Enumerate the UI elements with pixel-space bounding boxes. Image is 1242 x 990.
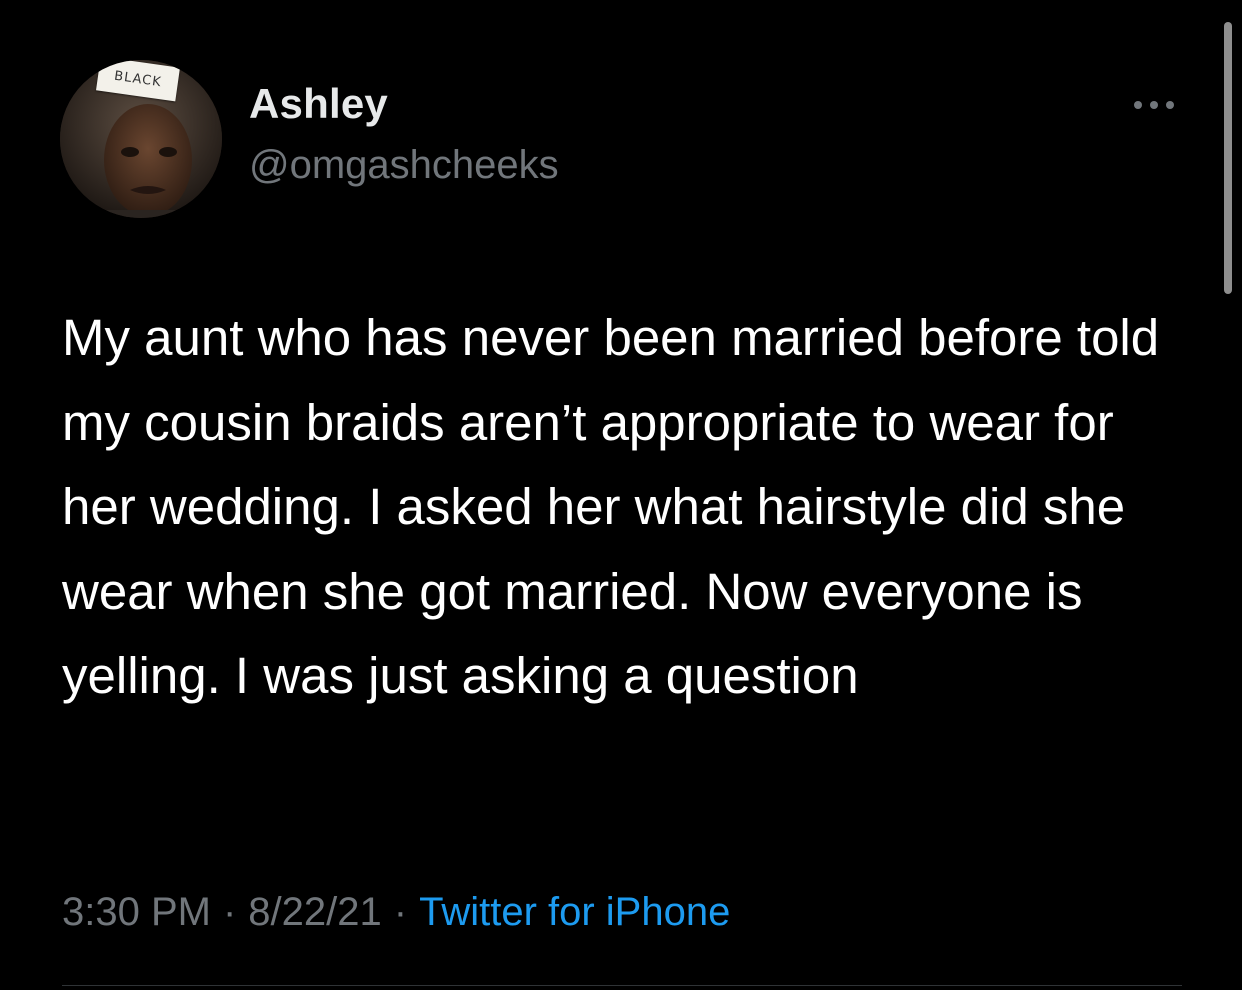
author-name[interactable]: Ashley bbox=[249, 80, 388, 128]
tweet-time[interactable]: 3:30 PM bbox=[62, 890, 211, 934]
separator: · bbox=[393, 890, 408, 934]
separator: · bbox=[222, 890, 237, 934]
tweet-date[interactable]: 8/22/21 bbox=[248, 890, 381, 934]
more-horizontal-icon bbox=[1134, 101, 1174, 109]
tweet: BLACK Ashley @omgashcheeks My aunt who h… bbox=[0, 0, 1242, 990]
tweet-source-link[interactable]: Twitter for iPhone bbox=[419, 890, 730, 934]
divider bbox=[62, 985, 1182, 986]
more-options-button[interactable] bbox=[1130, 92, 1178, 118]
tweet-metadata: 3:30 PM · 8/22/21 · Twitter for iPhone bbox=[62, 890, 730, 935]
tweet-text: My aunt who has never been married befor… bbox=[62, 309, 1174, 704]
author-handle[interactable]: @omgashcheeks bbox=[249, 143, 559, 188]
avatar[interactable]: BLACK bbox=[60, 60, 222, 218]
scrollbar-thumb[interactable] bbox=[1224, 22, 1232, 294]
avatar-sticky-note-text: BLACK bbox=[113, 68, 163, 90]
